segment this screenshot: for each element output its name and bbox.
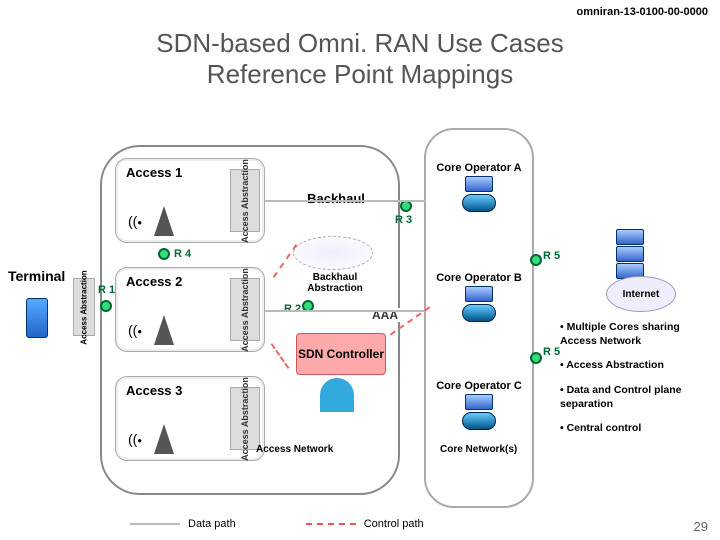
legend-control-path: Control path	[306, 518, 424, 530]
backhaul-mesh-icon	[293, 236, 373, 270]
slide-title: SDN-based Omni. RAN Use Cases Reference …	[0, 28, 720, 90]
backhaul-label: Backhaul	[307, 191, 365, 206]
bullet-1: Multiple Cores sharing Access Network	[560, 320, 712, 348]
r3-label: R 3	[395, 214, 412, 226]
wifi-icon: ((🞄	[128, 322, 142, 339]
r5-top-label: R 5	[543, 250, 560, 262]
r2-label: R 2	[284, 303, 301, 315]
access-panel-1: Access 1 ((🞄 Access Abstraction	[115, 158, 265, 243]
data-path-line	[265, 200, 425, 202]
bullet-4: Central control	[560, 421, 712, 435]
tower-icon	[154, 424, 174, 454]
bullet-3: Data and Control plane separation	[560, 383, 712, 411]
access-panel-2: Access 2 ((🞄 Access Abstraction	[115, 267, 265, 352]
r5-bottom-label: R 5	[543, 346, 560, 358]
title-line-1: SDN-based Omni. RAN Use Cases	[156, 28, 563, 58]
r1-label: R 1	[98, 284, 115, 296]
core-c-label: Core Operator C	[433, 380, 525, 392]
r4-label: R 4	[174, 248, 191, 260]
abstraction-text: Access Abstraction	[240, 159, 250, 243]
abstraction-text: Access Abstraction	[240, 268, 250, 352]
title-line-2: Reference Point Mappings	[207, 59, 513, 89]
core-b-label: Core Operator B	[433, 272, 525, 284]
core-operator-c: Core Operator C	[433, 380, 525, 432]
legend-data-path: Data path	[130, 518, 236, 530]
terminal-access-abstraction: Access Abstraction	[73, 278, 95, 336]
backhaul-block: Backhaul	[288, 168, 384, 228]
legend-control-path-label: Control path	[364, 518, 424, 530]
legend: Data path Control path	[130, 518, 424, 530]
router-icon	[462, 304, 496, 322]
abstraction-text: Access Abstraction	[240, 377, 250, 461]
core-a-label: Core Operator A	[433, 162, 525, 174]
access-3-label: Access 3	[126, 383, 218, 398]
server-icon	[465, 286, 493, 302]
access-2-abstraction: Access Abstraction	[230, 278, 260, 341]
legend-data-path-label: Data path	[188, 518, 236, 530]
wifi-icon: ((🞄	[128, 431, 142, 448]
abstraction-text: Access Abstraction	[80, 270, 89, 344]
wifi-icon: ((🞄	[128, 213, 142, 230]
terminal-device-icon	[26, 298, 48, 338]
core-networks-label: Core Network(s)	[440, 444, 517, 455]
tower-icon	[154, 206, 174, 236]
backhaul-abstraction-label: Backhaul Abstraction	[290, 272, 380, 294]
router-icon	[462, 412, 496, 430]
data-path-line	[265, 310, 425, 312]
reference-point-r1	[100, 300, 112, 312]
server-icon	[465, 176, 493, 192]
internet-cloud: Internet	[606, 276, 676, 312]
sdn-controller-box: SDN Controller	[296, 333, 386, 375]
core-operator-b: Core Operator B	[433, 272, 525, 324]
sdn-controller-label: SDN Controller	[298, 347, 384, 361]
access-3-abstraction: Access Abstraction	[230, 387, 260, 450]
notes-bullets: Multiple Cores sharing Access Network Ac…	[560, 320, 712, 445]
server-icon	[465, 394, 493, 410]
reference-point-r5-top	[530, 254, 542, 266]
tower-icon	[154, 315, 174, 345]
page-number: 29	[694, 519, 708, 534]
doc-id: omniran-13-0100-00-0000	[577, 6, 708, 18]
access-network-label: Access Network	[256, 444, 333, 455]
access-1-abstraction: Access Abstraction	[230, 169, 260, 232]
terminal-label: Terminal	[8, 268, 65, 284]
reference-point-r5-bottom	[530, 352, 542, 364]
internet-label: Internet	[623, 289, 660, 300]
router-icon	[462, 194, 496, 212]
access-1-label: Access 1	[126, 165, 218, 180]
core-operator-a: Core Operator A	[433, 162, 525, 214]
bullet-2: Access Abstraction	[560, 358, 712, 372]
internet-servers-icon	[616, 228, 644, 280]
sdn-controller-person-icon	[320, 378, 354, 412]
reference-point-r4	[158, 248, 170, 260]
access-2-label: Access 2	[126, 274, 218, 289]
access-panel-3: Access 3 ((🞄 Access Abstraction	[115, 376, 265, 461]
